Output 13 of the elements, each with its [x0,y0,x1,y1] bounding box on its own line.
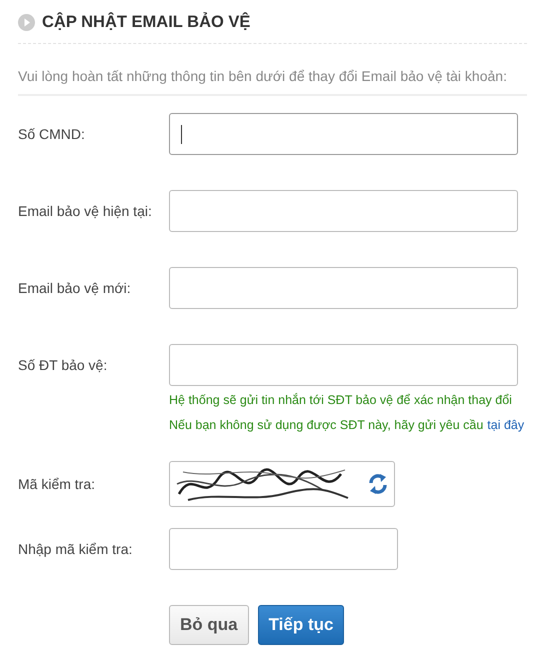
section-title: CẬP NHẬT EMAIL BẢO VỆ [42,12,250,32]
field-label: Email bảo vệ hiện tại: [18,202,153,221]
hint-text: Nếu bạn không sử dụng được SĐT này, hãy gửi yêu cầu [169,417,484,433]
field-label: Số CMND: [18,125,86,144]
skip-button[interactable]: Bỏ qua [169,605,249,645]
hint-text: Hệ thống sẽ gửi tin nhắn tới SĐT bảo vệ để xác nhận thay đổi [169,392,513,408]
field-label: Nhập mã kiểm tra: [18,540,134,559]
field-label: Mã kiểm tra: [18,475,96,494]
intro-text: Vui lòng hoàn tất những thông tin bên dưới để thay đổi Email bảo vệ tài khoản: [18,44,527,96]
continue-button[interactable]: Tiếp tục [258,605,344,645]
field-label: Email bảo vệ mới: [18,279,132,298]
field-label: Số ĐT bảo vệ: [18,356,108,375]
request-link[interactable]: tại đây [487,417,524,433]
